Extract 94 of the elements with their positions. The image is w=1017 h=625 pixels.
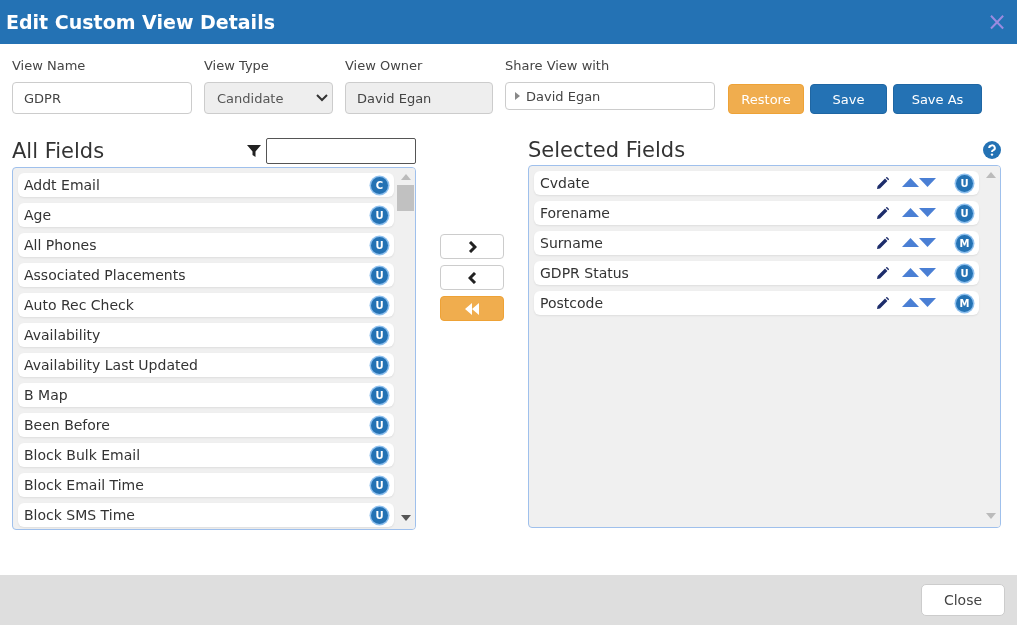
field-name: Associated Placements [24, 267, 187, 283]
pencil-icon[interactable] [876, 266, 889, 280]
section-title: Selected Fields [528, 138, 686, 162]
move-down-icon[interactable] [919, 208, 936, 218]
field-type-badge: C [371, 176, 388, 194]
field-name: Auto Rec Check [24, 297, 135, 313]
field-item[interactable]: Block Bulk Email U [18, 443, 394, 467]
field-type-badge: U [371, 476, 388, 494]
pencil-icon[interactable] [876, 236, 889, 250]
scrollbar[interactable] [396, 168, 415, 529]
field-name: Been Before [24, 417, 111, 433]
field-label: View Name [12, 58, 87, 73]
field-type-badge: U [371, 236, 388, 254]
field-type-badge: U [371, 356, 388, 374]
move-down-icon[interactable] [919, 298, 936, 308]
filter-field[interactable] [266, 138, 416, 164]
field-item[interactable]: Auto Rec Check U [18, 293, 394, 317]
action-button[interactable]: Save [810, 84, 887, 114]
pencil-icon[interactable] [876, 296, 889, 310]
field-item[interactable]: Associated Placements U [18, 263, 394, 287]
field-type-badge: U [371, 416, 388, 434]
view-owner-field[interactable]: David Egan [345, 82, 493, 114]
field-item[interactable]: All Phones U [18, 233, 394, 257]
field-name: Surname [540, 235, 604, 251]
action-button[interactable]: Save As [893, 84, 982, 114]
field-name: Block Email Time [24, 477, 145, 493]
selected-field-item[interactable]: Forename U [534, 201, 979, 225]
field-name: Block SMS Time [24, 507, 136, 523]
field-item[interactable]: Addt Email C [18, 173, 394, 197]
field-label: View Type [204, 58, 270, 73]
field-type-badge: U [371, 266, 388, 284]
move-down-icon[interactable] [919, 238, 936, 248]
field-type-badge: U [371, 296, 388, 314]
scroll-down-icon[interactable] [400, 515, 411, 521]
field-item[interactable]: Been Before U [18, 413, 394, 437]
field-name: Block Bulk Email [24, 447, 142, 463]
field-type-badge: U [956, 174, 973, 192]
field-type-badge: U [371, 506, 388, 524]
expand-arrow-icon[interactable] [515, 92, 520, 100]
field-item[interactable]: Block SMS Time U [18, 503, 394, 527]
field-type-badge: U [956, 204, 973, 222]
selected-field-item[interactable]: Postcode M [534, 291, 979, 315]
selected-field-item[interactable]: Surname M [534, 231, 979, 255]
field-type-badge: U [956, 264, 973, 282]
remove-field-button[interactable] [440, 265, 504, 290]
add-field-button[interactable] [440, 234, 504, 259]
move-up-icon[interactable] [902, 238, 919, 248]
share-view-field[interactable]: David Egan [505, 82, 715, 110]
selected-field-item[interactable]: Cvdate U [534, 171, 979, 195]
field-name: GDPR Status [540, 265, 630, 281]
field-type-badge: M [956, 234, 973, 252]
field-item[interactable]: B Map U [18, 383, 394, 407]
view-type-dropdown[interactable]: Candidate [204, 82, 333, 114]
field-name: Age [24, 207, 53, 223]
remove-all-button[interactable] [440, 296, 504, 321]
view-name-field[interactable]: GDPR [12, 82, 192, 114]
field-item[interactable]: Availability Last Updated U [18, 353, 394, 377]
pencil-icon[interactable] [876, 206, 889, 220]
chevron-left-icon [467, 271, 477, 284]
field-type-badge: U [371, 326, 388, 344]
close-button[interactable]: Close [921, 584, 1005, 616]
help-icon[interactable] [983, 141, 1001, 159]
filter-icon [247, 144, 261, 158]
field-name: All Phones [24, 237, 98, 253]
field-name: B Map [24, 387, 69, 403]
field-name: Addt Email [24, 177, 101, 193]
field-item[interactable]: Availability U [18, 323, 394, 347]
field-name: Cvdate [540, 175, 591, 191]
move-down-icon[interactable] [919, 178, 936, 188]
pencil-icon[interactable] [876, 176, 889, 190]
chevron-down-icon[interactable] [316, 94, 328, 102]
section-title: All Fields [12, 139, 105, 163]
move-down-icon[interactable] [919, 268, 936, 278]
chevron-right-icon [467, 240, 477, 253]
window-title: Edit Custom View Details [6, 11, 275, 33]
move-up-icon[interactable] [902, 178, 919, 188]
field-item[interactable]: Age U [18, 203, 394, 227]
move-up-icon[interactable] [902, 298, 919, 308]
field-name: Postcode [540, 295, 605, 311]
field-name: Availability Last Updated [24, 357, 199, 373]
field-label: View Owner [345, 58, 424, 73]
field-name: Forename [540, 205, 611, 221]
selected-field-item[interactable]: GDPR Status U [534, 261, 979, 285]
field-name: Availability [24, 327, 102, 343]
move-up-icon[interactable] [902, 268, 919, 278]
field-type-badge: U [371, 386, 388, 404]
field-type-badge: M [956, 294, 973, 312]
move-up-icon[interactable] [902, 208, 919, 218]
scrollbar-thumb[interactable] [397, 185, 414, 211]
field-type-badge: U [371, 206, 388, 224]
field-type-badge: U [371, 446, 388, 464]
double-arrow-left-icon [465, 302, 479, 315]
field-item[interactable]: Block Email Time U [18, 473, 394, 497]
field-label: Share View with [505, 58, 611, 73]
